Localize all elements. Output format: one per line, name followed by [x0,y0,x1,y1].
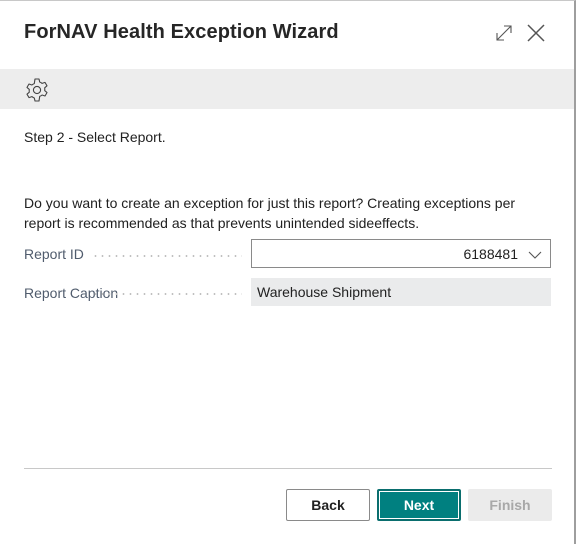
next-button[interactable]: Next [377,489,461,521]
gear-icon[interactable] [24,77,50,103]
footer-divider [24,468,552,469]
report-caption-value: Warehouse Shipment [257,284,392,300]
step-label: Step 2 - Select Report. [24,129,166,145]
report-id-value: 6188481 [463,246,518,262]
report-caption-leader [92,293,242,295]
finish-button[interactable]: Finish [468,489,552,521]
action-bar [0,69,574,109]
wizard-dialog: ForNAV Health Exception Wizard Step 2 - … [0,0,576,544]
report-id-leader [92,255,242,257]
description-text: Do you want to create an exception for j… [24,195,516,231]
report-id-label: Report ID [24,246,84,262]
chevron-down-icon[interactable] [528,248,542,260]
report-id-dropdown[interactable]: 6188481 [251,239,551,268]
dialog-title: ForNAV Health Exception Wizard [24,21,339,43]
close-icon[interactable] [524,21,548,45]
expand-icon[interactable] [492,21,516,45]
report-caption-field: Warehouse Shipment [251,278,551,306]
back-button[interactable]: Back [286,489,370,521]
